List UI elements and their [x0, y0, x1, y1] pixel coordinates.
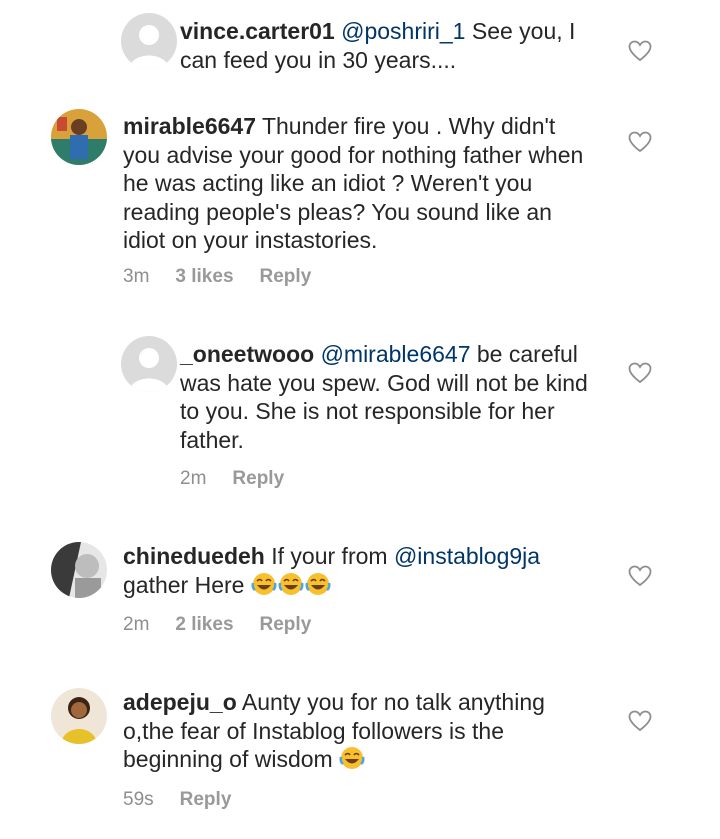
- comment-meta: 3m 3 likes Reply: [123, 266, 337, 288]
- comment-username[interactable]: vince.carter01: [180, 18, 335, 44]
- comment-text: chineduedeh If your from @instablog9ja g…: [123, 542, 593, 599]
- reply-button[interactable]: Reply: [232, 468, 284, 489]
- photo-avatar-icon: [51, 688, 107, 744]
- comment-text: adepeju_o Aunty you for no talk anything…: [123, 688, 593, 774]
- default-avatar-icon: [121, 336, 177, 392]
- default-avatar-icon: [121, 13, 177, 69]
- laughing-emoji-icon: [339, 747, 365, 769]
- comment-meta: 2m 2 likes Reply: [123, 614, 337, 636]
- avatar[interactable]: [51, 688, 107, 744]
- like-heart-icon[interactable]: [628, 40, 652, 62]
- avatar[interactable]: [51, 542, 107, 598]
- laughing-emoji-icon: [251, 572, 277, 595]
- comment-text: vince.carter01 @poshriri_1 See you, I ca…: [180, 17, 600, 74]
- avatar[interactable]: [51, 109, 107, 165]
- comment-username[interactable]: chineduedeh: [123, 543, 265, 569]
- like-heart-icon[interactable]: [628, 565, 652, 587]
- comment-likes[interactable]: 2 likes: [175, 614, 233, 635]
- comment-text: mirable6647 Thunder fire you . Why didn'…: [123, 112, 593, 255]
- comment-username[interactable]: mirable6647: [123, 113, 256, 139]
- comment-time: 3m: [123, 266, 150, 287]
- like-heart-icon[interactable]: [628, 362, 652, 384]
- reply-button[interactable]: Reply: [180, 789, 232, 810]
- comment-time: 2m: [180, 468, 207, 489]
- comment-likes[interactable]: 3 likes: [175, 266, 233, 287]
- laughing-emoji-icon: [305, 572, 331, 595]
- avatar[interactable]: [121, 13, 177, 69]
- photo-avatar-icon: [51, 109, 107, 165]
- comment-time: 59s: [123, 789, 154, 810]
- comment-mention[interactable]: @poshriri_1: [341, 18, 465, 44]
- comment-body-2: gather Here: [123, 571, 245, 598]
- avatar[interactable]: [121, 336, 177, 392]
- photo-avatar-icon: [51, 542, 107, 598]
- reply-button[interactable]: Reply: [260, 266, 312, 287]
- like-heart-icon[interactable]: [628, 710, 652, 732]
- like-heart-icon[interactable]: [628, 131, 652, 153]
- comment-meta: 59s Reply: [123, 789, 257, 811]
- comment-time: 2m: [123, 614, 150, 635]
- comment-meta: 2m Reply: [180, 468, 310, 490]
- comment-mention[interactable]: @mirable6647: [321, 341, 471, 367]
- laughing-emoji-icon: [278, 572, 304, 595]
- comment-body: If your from: [264, 543, 394, 569]
- comment-username[interactable]: _oneetwooo: [180, 341, 314, 367]
- comment-username[interactable]: adepeju_o: [123, 689, 237, 715]
- comment-mention[interactable]: @instablog9ja: [394, 543, 540, 569]
- reply-button[interactable]: Reply: [260, 614, 312, 635]
- comment-text: _oneetwooo @mirable6647 be careful was h…: [180, 340, 600, 454]
